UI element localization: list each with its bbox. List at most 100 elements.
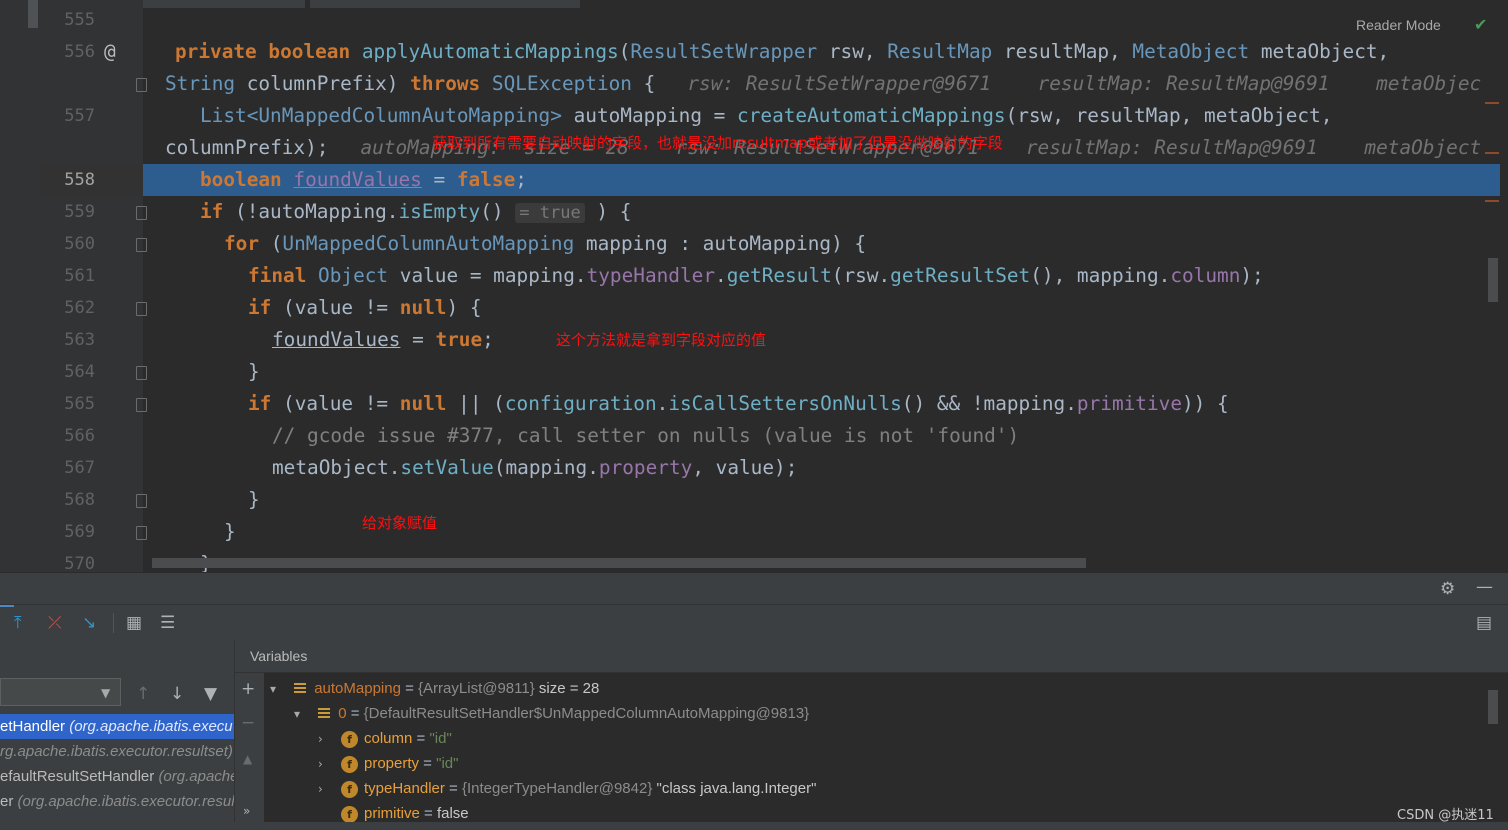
code-line-569[interactable]: } — [224, 516, 236, 548]
fold-icon[interactable] — [136, 238, 147, 252]
line-number[interactable]: 564 — [40, 356, 95, 388]
fold-icon[interactable] — [136, 206, 147, 220]
line-number[interactable]: 559 — [40, 196, 95, 228]
fold-icon[interactable] — [136, 366, 147, 380]
keyword: if — [248, 296, 272, 319]
chevron-right-icon[interactable]: › — [318, 757, 323, 771]
line-number[interactable]: 565 — [40, 388, 95, 420]
watermark: CSDN @执迷11 — [1397, 808, 1494, 823]
drop-frame-icon[interactable]: ⤫ — [48, 613, 62, 633]
variable-row[interactable]: ▾ 0 = {DefaultResultSetHandler$UnMappedC… — [294, 701, 809, 726]
frame-package: rg.apache.ibatis.executor.resultset) — [0, 743, 233, 760]
line-number[interactable]: 569 — [40, 516, 95, 548]
fold-icon[interactable] — [136, 78, 147, 92]
variable-name: autoMapping — [314, 680, 401, 697]
code-line-568[interactable]: } — [248, 484, 260, 516]
code-editor[interactable]: Reader Mode ✔ 555 556 557 558 559 560 56… — [0, 0, 1508, 572]
variable-name: column — [363, 730, 413, 747]
method-name: getResultSet — [890, 264, 1031, 287]
field-icon: f — [341, 805, 358, 823]
stack-frame[interactable]: efaultResultSetHandler (org.apache — [0, 764, 234, 789]
check-icon[interactable]: ✔ — [1474, 15, 1487, 34]
keyword: final — [248, 264, 307, 287]
code-line-563[interactable]: foundValues = true; — [272, 324, 494, 356]
remove-watch-icon[interactable]: − — [241, 713, 255, 733]
error-stripe-mark[interactable] — [1485, 200, 1499, 202]
line-number[interactable]: 567 — [40, 452, 95, 484]
fold-icon[interactable] — [136, 526, 147, 540]
reader-mode-button[interactable]: Reader Mode — [1356, 17, 1441, 33]
add-watch-icon[interactable]: + — [241, 679, 255, 699]
field-icon: f — [340, 755, 358, 773]
code-line-558[interactable]: boolean foundValues = false; — [200, 164, 527, 196]
code-text: ; — [482, 328, 494, 351]
code-line-556-wrap[interactable]: String columnPrefix) throws SQLException… — [165, 68, 1481, 100]
evaluate-expression-icon[interactable]: ▦ — [126, 613, 142, 633]
line-number[interactable]: 560 — [40, 228, 95, 260]
code-line-561[interactable]: final Object value = mapping.typeHandler… — [248, 260, 1264, 292]
line-number[interactable]: 566 — [40, 420, 95, 452]
stack-frame[interactable]: rg.apache.ibatis.executor.resultset) — [0, 739, 234, 764]
type: ResultSetWrapper — [630, 40, 818, 63]
arrow-down-icon[interactable]: ↓ — [170, 684, 184, 704]
equals: = — [346, 705, 364, 722]
layout-icon[interactable]: ▤ — [1476, 613, 1492, 633]
chevron-down-icon[interactable]: ▾ — [294, 707, 300, 721]
editor-left-strip — [0, 0, 40, 572]
stack-frame[interactable]: er (org.apache.ibatis.executor.resul — [0, 789, 234, 814]
variable-row[interactable]: › f typeHandler = {IntegerTypeHandler@984… — [318, 776, 816, 801]
stack-frame[interactable]: etHandler (org.apache.ibatis.execu — [0, 714, 234, 739]
annotation-marker-icon[interactable]: @ — [104, 36, 116, 68]
thread-selector[interactable]: ▼ — [0, 678, 121, 706]
line-number[interactable]: 558 — [40, 164, 95, 196]
filter-icon[interactable]: ▼ — [204, 684, 217, 704]
line-number[interactable]: 555 — [40, 4, 95, 36]
horizontal-scrollbar[interactable] — [152, 558, 1086, 568]
variable-row[interactable]: › f property = "id" — [318, 751, 458, 776]
left-scroll-thumb[interactable] — [28, 0, 38, 28]
arrow-up-icon[interactable]: ↑ — [136, 684, 150, 704]
chevron-right-icon[interactable]: › — [318, 782, 323, 796]
line-number[interactable]: 557 — [40, 100, 95, 132]
line-number[interactable]: 556 — [40, 36, 95, 68]
vertical-scrollbar[interactable] — [1488, 258, 1498, 302]
move-up-icon[interactable]: ▲ — [243, 749, 252, 769]
variables-scrollbar[interactable] — [1488, 690, 1498, 724]
error-stripe-mark[interactable] — [1485, 152, 1499, 154]
variable-row[interactable]: › f column = "id" — [318, 726, 452, 751]
code-comment-566[interactable]: // gcode issue #377, call setter on null… — [272, 420, 1019, 452]
variable-name: property — [363, 755, 420, 772]
code-line-556[interactable]: private boolean applyAutomaticMappings(R… — [175, 36, 1389, 68]
editor-tab[interactable] — [310, 0, 580, 8]
gear-icon[interactable]: ⚙ — [1440, 579, 1455, 599]
chevron-right-icon[interactable]: › — [318, 732, 323, 746]
expand-more-icon[interactable]: » — [243, 801, 250, 821]
code-line-565[interactable]: if (value != null || (configuration.isCa… — [248, 388, 1229, 420]
fold-icon[interactable] — [136, 494, 147, 508]
line-number[interactable]: 562 — [40, 292, 95, 324]
code-text: (value != — [271, 392, 400, 415]
step-out-icon[interactable]: ⤒ — [14, 613, 22, 633]
line-number[interactable]: 561 — [40, 260, 95, 292]
variable-row[interactable]: ▾ autoMapping = {ArrayList@9811} size = … — [270, 676, 599, 701]
minimize-icon[interactable]: — — [1476, 577, 1493, 597]
trace-icon[interactable]: ☰ — [160, 613, 175, 633]
method-name: isCallSettersOnNulls — [668, 392, 902, 415]
error-stripe-mark[interactable] — [1485, 102, 1499, 104]
line-number[interactable]: 570 — [40, 548, 95, 572]
code-line-567[interactable]: metaObject.setValue(mapping.property, va… — [272, 452, 797, 484]
code-text: || ( — [446, 392, 505, 415]
fold-icon[interactable] — [136, 302, 147, 316]
code-line-557[interactable]: List<UnMappedColumnAutoMapping> autoMapp… — [200, 100, 1332, 132]
code-line-562[interactable]: if (value != null) { — [248, 292, 482, 324]
code-text: columnPrefix); — [165, 136, 329, 159]
code-line-559[interactable]: if (!autoMapping.isEmpty() = true ) { — [200, 196, 631, 229]
line-number[interactable]: 568 — [40, 484, 95, 516]
chevron-down-icon[interactable]: ▾ — [270, 682, 276, 696]
code-line-560[interactable]: for (UnMappedColumnAutoMapping mapping :… — [224, 228, 866, 260]
code-text: . — [656, 392, 669, 415]
fold-icon[interactable] — [136, 398, 147, 412]
line-number[interactable]: 563 — [40, 324, 95, 356]
run-to-cursor-icon[interactable]: ↘ — [82, 613, 96, 633]
code-line-564[interactable]: } — [248, 356, 260, 388]
